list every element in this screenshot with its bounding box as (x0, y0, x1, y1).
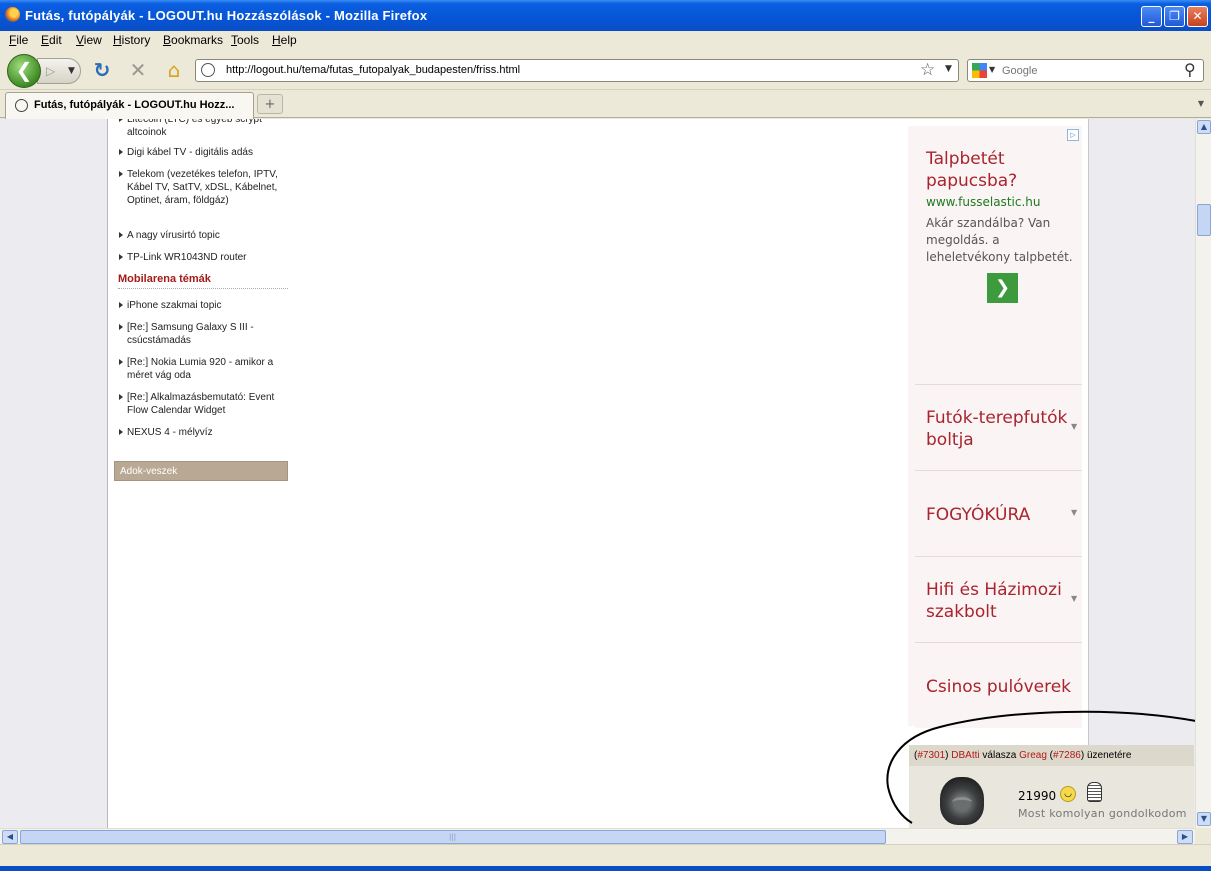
menu-file[interactable]: File (9, 33, 28, 47)
menu-history[interactable]: History (113, 33, 150, 47)
scroll-up-icon[interactable]: ▲ (1197, 120, 1211, 134)
comment-preview: (#7301) DBAtti válasza Greag (#7286) üze… (909, 745, 1194, 828)
paren: ) (1080, 750, 1085, 761)
chevron-down-icon[interactable]: ▼ (1071, 508, 1077, 517)
ad-link-fogyokura[interactable]: FOGYÓKÚRA ▼ (915, 470, 1082, 556)
chevron-down-icon[interactable]: ▼ (1071, 594, 1077, 603)
menu-tools[interactable]: Tools (231, 33, 259, 47)
tab-favicon-icon (15, 99, 28, 112)
paren: ) (945, 750, 949, 761)
window-titlebar: Futás, futópályák - LOGOUT.hu Hozzászólá… (0, 0, 1211, 31)
horizontal-scroll-thumb[interactable] (20, 830, 886, 844)
menu-bookmarks[interactable]: Bookmarks (163, 33, 223, 47)
forward-button[interactable]: ▷ ▼ (37, 58, 81, 84)
ad-link-label[interactable]: Csinos pulóverek (926, 676, 1076, 698)
topic-link-nexus[interactable]: NEXUS 4 - mélyvíz (118, 426, 288, 439)
topic-link-eventflow[interactable]: [Re:] Alkalmazásbemutató: Event Flow Cal… (118, 391, 288, 417)
ad-description: Akár szandálba? Van megoldás. a leheletv… (926, 216, 1073, 264)
topic-link-galaxy[interactable]: [Re:] Samsung Galaxy S III - csúcstámadá… (118, 321, 288, 347)
ad-title[interactable]: Talpbetét papucsba? (926, 148, 1076, 192)
robot-icon (1087, 782, 1102, 802)
ad-link-hifi[interactable]: Hifi és Házimozi szakbolt ▼ (915, 556, 1082, 642)
ad-arrow-button[interactable]: ❯ (987, 273, 1018, 303)
home-icon[interactable]: ⌂ (163, 59, 185, 81)
smiley-icon: ◡ (1060, 786, 1076, 802)
adok-veszek-box[interactable]: Adok-veszek (114, 461, 288, 481)
menu-help[interactable]: Help (272, 33, 297, 47)
url-dropdown-icon[interactable]: ▼ (945, 64, 952, 74)
comment-author-link[interactable]: DBAtti (951, 750, 979, 761)
reply-word: válasza (982, 750, 1017, 761)
tab-title: Futás, futópályák - LOGOUT.hu Hozz... (34, 99, 235, 111)
ad-column: ▷ Talpbetét papucsba? www.fusselastic.hu… (908, 126, 1082, 728)
search-input[interactable] (1000, 62, 1180, 79)
ad-url[interactable]: www.fusselastic.hu (926, 195, 1040, 209)
comment-count: 21990 (1018, 789, 1057, 803)
url-text[interactable]: http://logout.hu/tema/futas_futopalyak_b… (226, 64, 520, 76)
reply-suffix: üzenetére (1086, 750, 1132, 761)
ad-link-label[interactable]: Hifi és Házimozi szakbolt (926, 579, 1076, 623)
google-engine-icon[interactable] (972, 63, 987, 78)
text-ad[interactable]: ▷ Talpbetét papucsba? www.fusselastic.hu… (915, 126, 1082, 384)
topic-link-digi[interactable]: Digi kábel TV - digitális adás (118, 146, 288, 159)
firefox-icon (5, 7, 20, 22)
avatar[interactable] (940, 777, 984, 825)
scroll-down-icon[interactable]: ▼ (1197, 812, 1211, 826)
history-dropdown-icon[interactable]: ▼ (68, 59, 75, 83)
topic-link-tplink[interactable]: TP-Link WR1043ND router (118, 251, 288, 264)
engine-dropdown-icon[interactable]: ▼ (989, 65, 995, 74)
new-tab-button[interactable]: + (257, 94, 283, 114)
stop-icon[interactable]: ✕ (127, 59, 149, 81)
topic-link-lumia[interactable]: [Re:] Nokia Lumia 920 - amikor a méret v… (118, 356, 288, 382)
topic-link-iphone[interactable]: iPhone szakmai topic (118, 299, 288, 312)
ad-link-label[interactable]: Futók-terepfutók boltja (926, 407, 1076, 451)
maximize-button[interactable]: ❐ (1164, 6, 1185, 27)
scroll-corner (1195, 828, 1211, 844)
ad-link-pulover[interactable]: Csinos pulóverek (915, 642, 1082, 728)
ad-link-futok[interactable]: Futók-terepfutók boltja ▼ (915, 384, 1082, 470)
comment-text: Most komolyan gondolkodom (1018, 807, 1187, 820)
vertical-scroll-thumb[interactable] (1197, 204, 1211, 236)
horizontal-scrollbar[interactable]: ◀ ▶ (0, 828, 1195, 844)
comment-header: (#7301) DBAtti válasza Greag (#7286) üze… (909, 745, 1194, 766)
window-title: Futás, futópályák - LOGOUT.hu Hozzászólá… (25, 8, 428, 23)
status-bar (0, 844, 1211, 866)
page-viewport: Litecoin (LTC) és egyéb scrypt altcoinok… (0, 119, 1195, 828)
close-button[interactable]: ✕ (1187, 6, 1208, 27)
search-icon[interactable]: ⚲ (1184, 60, 1196, 79)
comment-id-link[interactable]: #7301 (917, 750, 945, 761)
topic-link-telekom[interactable]: Telekom (vezetékes telefon, IPTV, Kábel … (118, 168, 288, 207)
url-bar[interactable]: http://logout.hu/tema/futas_futopalyak_b… (195, 59, 959, 82)
tab-active[interactable]: Futás, futópályák - LOGOUT.hu Hozz... (5, 92, 254, 119)
chevron-down-icon[interactable]: ▼ (1071, 422, 1077, 431)
topic-link-virusirto[interactable]: A nagy vírusirtó topic (118, 229, 288, 242)
search-bar[interactable]: ▼ ⚲ (967, 59, 1204, 82)
reply-to-link[interactable]: Greag (1019, 750, 1047, 761)
comment-body: 21990 ◡ Most komolyan gondolkodom (909, 766, 1194, 828)
menu-view[interactable]: View (76, 33, 102, 47)
back-button[interactable]: ❮ (7, 54, 41, 88)
window-bottom-edge (0, 866, 1211, 871)
page-content: Litecoin (LTC) és egyéb scrypt altcoinok… (107, 119, 1194, 828)
scroll-right-icon[interactable]: ▶ (1177, 830, 1193, 844)
site-identity-icon[interactable] (201, 63, 215, 77)
section-heading-mobilarena[interactable]: Mobilarena témák (118, 273, 288, 289)
minimize-button[interactable]: _ (1141, 6, 1162, 27)
menu-bar: File Edit View History Bookmarks Tools H… (0, 31, 1211, 50)
bookmark-star-icon[interactable]: ☆ (920, 60, 935, 80)
vertical-scrollbar[interactable]: ▲ ▼ (1195, 119, 1211, 828)
tab-list-dropdown-icon[interactable]: ▼ (1193, 94, 1209, 114)
reply-id-link[interactable]: #7286 (1053, 750, 1081, 761)
adchoices-icon[interactable]: ▷ (1067, 129, 1079, 141)
topic-link-litecoin[interactable]: Litecoin (LTC) és egyéb scrypt altcoinok (118, 119, 288, 139)
reload-icon[interactable]: ↻ (91, 59, 113, 81)
menu-edit[interactable]: Edit (41, 33, 62, 47)
ad-link-label[interactable]: FOGYÓKÚRA (926, 504, 1076, 526)
scroll-left-icon[interactable]: ◀ (2, 830, 18, 844)
